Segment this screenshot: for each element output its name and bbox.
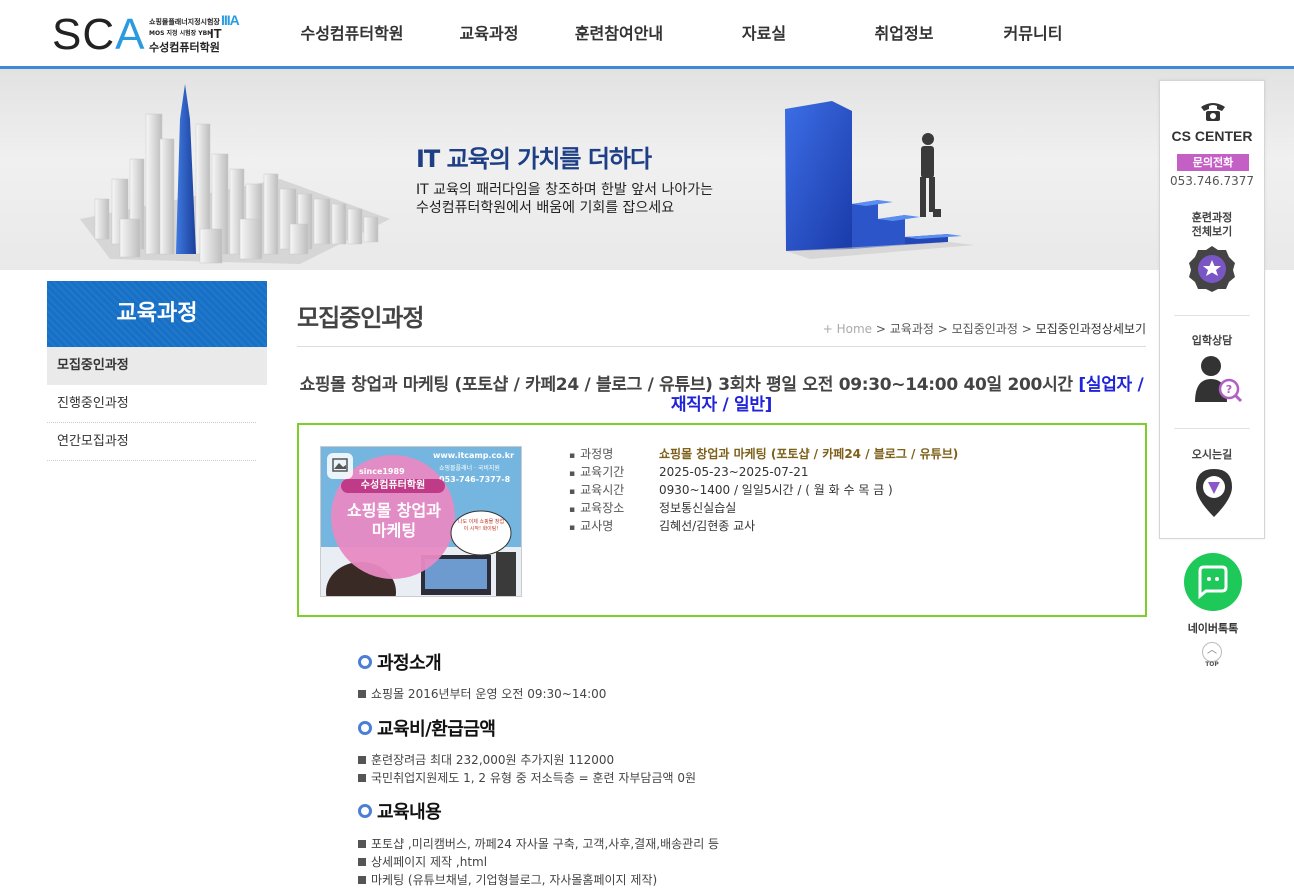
banner-sub-line1: IT 교육의 패러다임을 창조하며 한발 앞서 나아가는 [416,182,713,198]
chevron-up-icon: ︿ [1207,645,1217,656]
breadcrumb-current: 모집중인과정상세보기 [1035,322,1146,336]
svg-text:?: ? [1226,383,1232,396]
info-value: 0930~1400 / 일일5시간 / ( 월 화 수 목 금 ) [659,483,893,497]
thumb-since: since1989 [359,467,405,476]
banner-subtitle: IT 교육의 패러다임을 창조하며 한발 앞서 나아가는 수성컴퓨터학원에서 배… [416,181,713,217]
info-key: 교육장소 [569,499,659,517]
thumb-school: 수성컴퓨터학원 [341,479,445,493]
breadcrumb-sep: > [1021,322,1032,336]
breadcrumb: + Home > 교육과정 > 모집중인과정 > 모집중인과정상세보기 [823,320,1146,337]
section-heading-tuition: 교육비/환급금액 [358,715,496,741]
info-key: 교육시간 [569,481,659,499]
banner-title: IT 교육의 가치를 더하다 [416,145,652,173]
course-title: 쇼핑몰 창업과 마케팅 (포토샵 / 카페24 / 블로그 / 유튜브) 3회차… [297,375,1146,415]
bullet-square-icon [358,690,366,698]
course-info-list: 과정명쇼핑몰 창업과 마케팅 (포토샵 / 카페24 / 블로그 / 유튜브) … [569,445,958,535]
info-row: 교육시간0930~1400 / 일일5시간 / ( 월 화 수 목 금 ) [569,481,958,499]
all-courses-link[interactable]: 훈련과정 전체보기 [1160,211,1264,239]
nav-item-courses[interactable]: 교육과정 [434,0,544,66]
section-text: 훈련장려금 최대 232,000원 추가지원 112000 [358,752,614,769]
bullet-ring-icon [358,804,372,818]
submenu-item-in-progress[interactable]: 진행중인과정 [47,385,256,423]
thumb-bubble: 나도 이제 쇼핑몰 창업이 시작! 화이팅! [457,519,505,532]
bullet-ring-icon [358,655,372,669]
page-title: 모집중인과정 [297,304,424,332]
cs-phone-number[interactable]: 053.746.7377 [1160,174,1264,188]
info-key: 교사명 [569,517,659,535]
bullet-square-icon [358,840,366,848]
hero-banner: IT 교육의 가치를 더하다 IT 교육의 패러다임을 창조하며 한발 앞서 나… [0,69,1294,270]
section-heading-intro: 과정소개 [358,649,442,675]
nav-item-academy[interactable]: 수성컴퓨터학원 [270,0,434,66]
course-title-text: 쇼핑몰 창업과 마케팅 (포토샵 / 카페24 / 블로그 / 유튜브) 3회차… [299,375,1074,395]
info-key: 교육기간 [569,463,659,481]
consult-link[interactable]: 입학상담 [1160,334,1264,348]
bullet-square-icon [358,876,366,884]
breadcrumb-sep: > [937,322,948,336]
thumb-course-line1: 쇼핑몰 창업과 [347,501,441,520]
logo-mark: SCA [52,10,146,59]
info-value: 김혜선/김현종 교사 [659,519,756,533]
thumb-url: www.itcamp.co.kr [433,451,515,460]
course-info-box: www.itcamp.co.kr 쇼핑몰플래너 · 국비지원 053-746-7… [297,423,1147,617]
scroll-top-label: TOP [1205,661,1219,668]
breadcrumb-sep: > [875,322,886,336]
bullet-ring-icon [358,721,372,735]
info-value: 정보통신실습실 [659,501,737,515]
submenu-item-annual[interactable]: 연간모집과정 [47,423,256,461]
section-text: 상세페이지 제작 ,html [358,854,487,871]
nav-item-jobs[interactable]: 취업정보 [834,0,974,66]
map-pin-icon[interactable] [1194,467,1234,519]
banner-sub-line2: 수성컴퓨터학원에서 배움에 기회를 잡으세요 [416,200,675,216]
quick-divider [1174,428,1250,429]
logo-line2: MOS 지정 시험장 YBM [149,30,214,37]
breadcrumb-home[interactable]: + Home [823,322,872,336]
info-row: 과정명쇼핑몰 창업과 마케팅 (포토샵 / 카페24 / 블로그 / 유튜브) [569,445,958,463]
nav-item-training-guide[interactable]: 훈련참여안내 [544,0,694,66]
course-thumbnail: www.itcamp.co.kr 쇼핑몰플래너 · 국비지원 053-746-7… [320,446,522,597]
naver-talk-label: 네이버톡톡 [1187,622,1239,635]
site-logo[interactable]: SCA 쇼핑몰플래너지정시험장 IIIA MOS 지정 시험장 YBM IT 수… [52,12,252,58]
info-row: 교육기간2025-05-23~2025-07-21 [569,463,958,481]
telephone-icon [1201,103,1225,121]
logo-line1-mark: IIIA [221,12,240,28]
info-row: 교사명김혜선/김현종 교사 [569,517,958,535]
bullet-square-icon [358,756,366,764]
info-value: 2025-05-23~2025-07-21 [659,465,809,479]
cs-center-label: CS CENTER [1171,128,1253,144]
star-badge-icon[interactable] [1188,245,1236,293]
main-nav: 수성컴퓨터학원 교육과정 훈련참여안내 자료실 취업정보 커뮤니티 [270,0,1092,66]
chat-bubble-icon [1198,565,1228,600]
logo-line3: 수성컴퓨터학원 [149,41,220,54]
location-link[interactable]: 오시는길 [1160,448,1264,462]
bullet-square-icon [358,858,366,866]
section-text: 마케팅 (유튜브채널, 기업형블로그, 자사몰홈페이지 제작) [358,872,657,889]
inquiry-badge: 문의전화 [1177,154,1249,171]
section-text: 포토샵 ,미리캠버스, 까페24 자사몰 구축, 고객,사후,결재,배송관리 등 [358,836,719,853]
info-key: 과정명 [569,445,659,463]
submenu-item-recruiting[interactable]: 모집중인과정 [47,347,267,385]
bullet-square-icon [358,774,366,782]
submenu-title: 교육과정 [47,281,267,347]
quick-divider [1174,315,1250,316]
scroll-top-button[interactable]: ︿ [1202,642,1222,662]
section-text: 국민취업지원제도 1, 2 유형 중 저소득층 = 훈련 자부담금액 0원 [358,770,696,787]
header: SCA 쇼핑몰플래너지정시험장 IIIA MOS 지정 시험장 YBM IT 수… [0,0,1294,69]
naver-talk-button[interactable] [1184,553,1242,611]
quick-menu: CS CENTER 문의전화 053.746.7377 훈련과정 전체보기 입학… [1159,80,1265,539]
thumb-course-line2: 마케팅 [371,521,417,540]
info-row: 교육장소정보통신실습실 [569,499,958,517]
nav-item-community[interactable]: 커뮤니티 [974,0,1092,66]
nav-item-resources[interactable]: 자료실 [694,0,834,66]
thumb-phone: 053-746-7377-8 [439,475,511,484]
thumb-small: 쇼핑몰플래너 · 국비지원 [439,465,500,472]
thumb-course-name: 쇼핑몰 창업과 마케팅 [329,501,459,541]
title-divider [297,346,1146,347]
section-text: 쇼핑몰 2016년부터 운영 오전 09:30~14:00 [358,686,606,703]
section-heading-content: 교육내용 [358,798,442,824]
breadcrumb-recruiting[interactable]: 모집중인과정 [952,322,1018,336]
breadcrumb-courses[interactable]: 교육과정 [890,322,934,336]
info-value: 쇼핑몰 창업과 마케팅 (포토샵 / 카페24 / 블로그 / 유튜브) [659,447,959,461]
consult-person-icon[interactable]: ? [1193,353,1243,403]
